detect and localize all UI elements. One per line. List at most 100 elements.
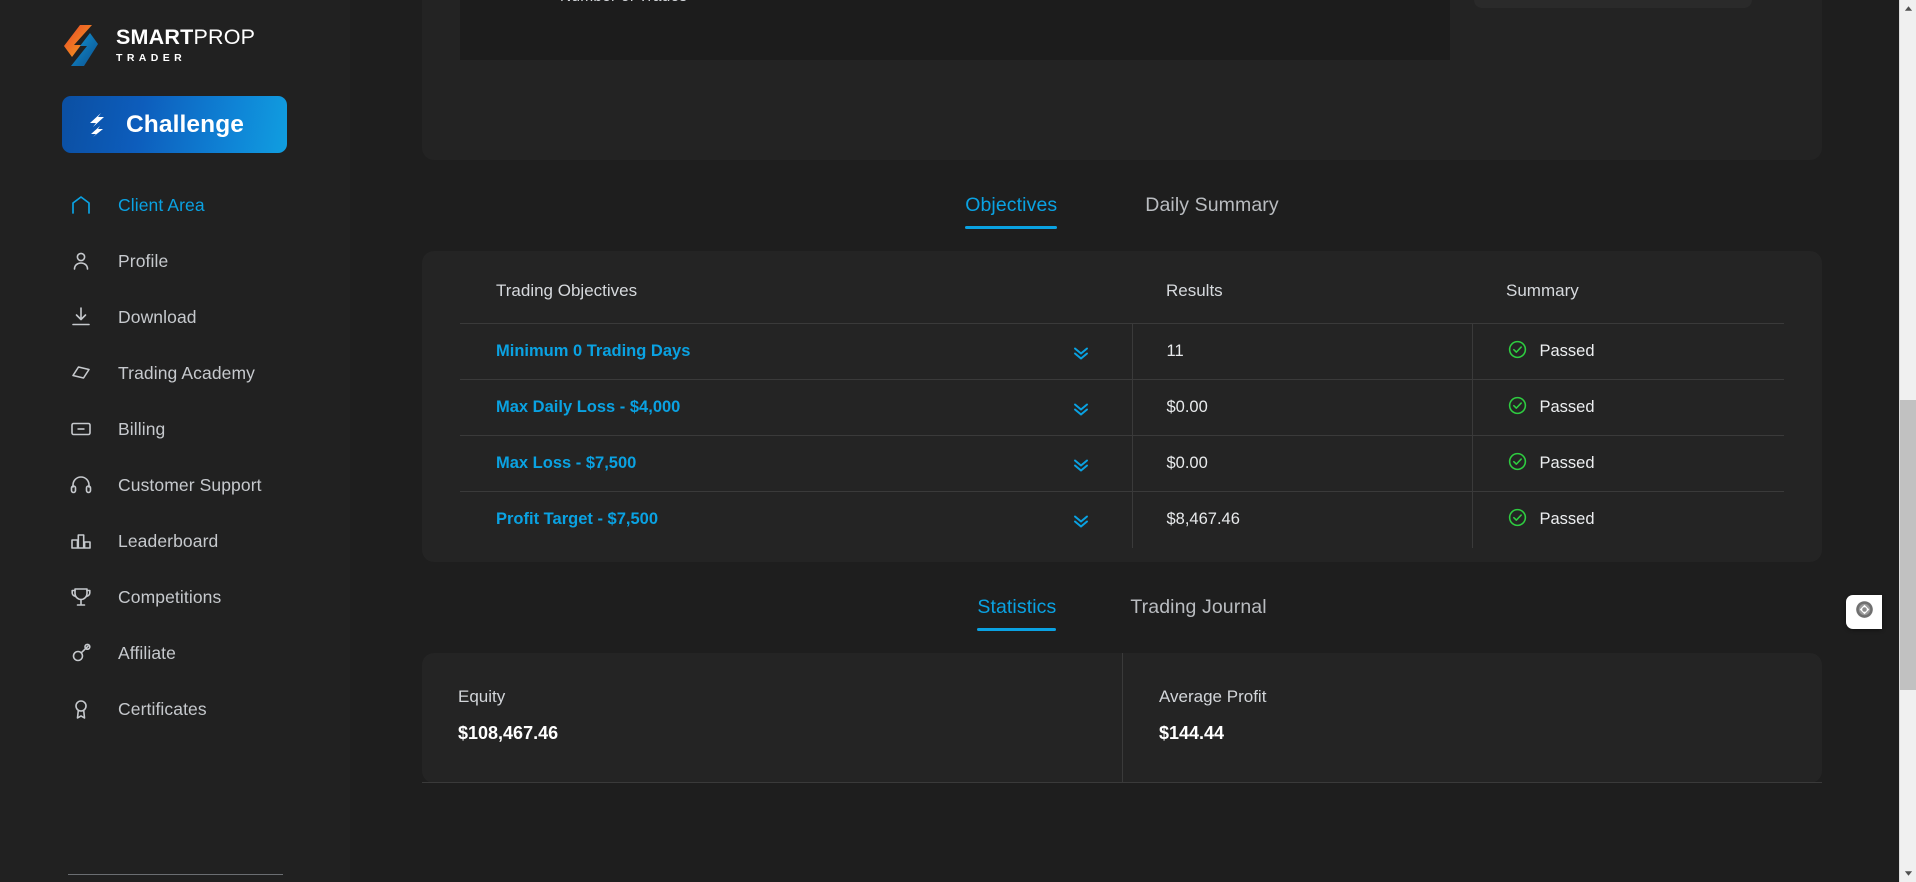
tab-objectives[interactable]: Objectives	[965, 194, 1058, 229]
sidebar-item-label: Trading Academy	[118, 362, 256, 383]
double-chevron-down-icon[interactable]	[1070, 509, 1092, 531]
objective-name[interactable]: Profit Target - $7,500	[496, 510, 658, 529]
check-circle-icon	[1507, 507, 1528, 533]
table-row[interactable]: Minimum 0 Trading Days 11 Passed	[460, 323, 1784, 380]
double-chevron-down-icon[interactable]	[1070, 341, 1092, 363]
tab-label: Daily Summary	[1145, 194, 1279, 216]
medal-icon	[68, 696, 94, 722]
status-badge: Passed	[1539, 342, 1595, 360]
status-badge: Passed	[1539, 454, 1595, 472]
objective-name[interactable]: Max Daily Loss - $4,000	[496, 398, 680, 417]
vertical-scrollbar[interactable]	[1899, 0, 1916, 882]
sidebar-item-client-area[interactable]: Client Area	[0, 177, 350, 233]
objective-name[interactable]: Minimum 0 Trading Days	[496, 342, 690, 361]
sidebar-item-label: Download	[118, 306, 197, 327]
sidebar-nav: Client Area Profile Download Trading Aca…	[0, 177, 350, 737]
chart-side-stat: $1,016.50	[1474, 0, 1752, 8]
brand-logo[interactable]: SMART PROP TRADER	[0, 0, 350, 70]
tab-trading-journal[interactable]: Trading Journal	[1130, 596, 1266, 631]
sidebar-item-label: Competitions	[118, 586, 222, 607]
stat-label: Equity	[458, 686, 506, 706]
challenge-button[interactable]: Challenge	[62, 96, 287, 153]
chat-widget-button[interactable]	[1846, 595, 1882, 629]
triangle-down-icon[interactable]	[1900, 865, 1916, 882]
tab-label: Objectives	[965, 194, 1058, 216]
sidebar-item-label: Leaderboard	[118, 530, 219, 551]
check-circle-icon	[1507, 451, 1528, 477]
sidebar: SMART PROP TRADER Challenge Client Area …	[0, 0, 350, 882]
stat-value: $144.44	[1159, 722, 1225, 743]
objectives-table: Trading Objectives Results Summary Minim…	[460, 277, 1784, 548]
sidebar-item-trading-academy[interactable]: Trading Academy	[0, 345, 350, 401]
status-badge: Passed	[1539, 510, 1595, 529]
sidebar-item-customer-support[interactable]: Customer Support	[0, 457, 350, 513]
bar-chart-icon	[68, 528, 94, 554]
chart-legend-label: Number of Trades	[560, 0, 687, 6]
table-header-row: Trading Objectives Results Summary	[460, 277, 1784, 324]
headset-icon	[68, 472, 94, 498]
triangle-up-icon[interactable]	[1900, 0, 1916, 17]
objective-result: $0.00	[1132, 379, 1473, 436]
download-icon	[68, 304, 94, 330]
scrollbar-thumb[interactable]	[1900, 400, 1916, 690]
sidebar-item-label: Profile	[118, 250, 169, 271]
tab-daily-summary[interactable]: Daily Summary	[1145, 194, 1279, 229]
statistics-tabbar: Statistics Trading Journal	[422, 596, 1822, 631]
sidebar-item-certificates[interactable]: Certificates	[0, 681, 350, 737]
main-content: Bal	[350, 0, 1916, 882]
sidebar-item-leaderboard[interactable]: Leaderboard	[0, 513, 350, 569]
user-icon	[68, 248, 94, 274]
brand-name-light: PROP	[193, 25, 256, 50]
balance-chart[interactable]: Bal	[460, 0, 1450, 60]
table-row[interactable]: Profit Target - $7,500 $8,467.46 Passed	[460, 491, 1784, 548]
challenge-button-label: Challenge	[126, 110, 244, 138]
column-header-summary: Summary	[1506, 281, 1579, 300]
double-chevron-down-icon[interactable]	[1070, 397, 1092, 419]
stat-label: Average Profit	[1159, 686, 1267, 706]
sidebar-divider	[68, 874, 283, 875]
key-icon	[68, 640, 94, 666]
sidebar-item-label: Certificates	[118, 698, 207, 719]
tab-statistics[interactable]: Statistics	[977, 596, 1057, 631]
sidebar-item-download[interactable]: Download	[0, 289, 350, 345]
brand-wordmark: SMART PROP TRADER	[116, 27, 255, 65]
sidebar-item-affiliate[interactable]: Affiliate	[0, 625, 350, 681]
trophy-icon	[68, 584, 94, 610]
table-row[interactable]: Max Daily Loss - $4,000 $0.00 Passed	[460, 379, 1784, 436]
stat-cell-average-profit: Average Profit $144.44	[1122, 652, 1822, 783]
sidebar-item-label: Customer Support	[118, 474, 262, 495]
objective-result: 11	[1132, 323, 1473, 380]
objective-name[interactable]: Max Loss - $7,500	[496, 454, 636, 473]
home-icon	[68, 192, 94, 218]
app-root: SMART PROP TRADER Challenge Client Area …	[0, 0, 1916, 882]
chat-widget-icon	[1854, 599, 1875, 625]
sidebar-item-label: Affiliate	[118, 642, 176, 663]
lightning-bolt-icon	[82, 110, 112, 140]
objectives-card: Trading Objectives Results Summary Minim…	[422, 251, 1822, 562]
objective-result: $0.00	[1132, 435, 1473, 492]
double-chevron-down-icon[interactable]	[1070, 453, 1092, 475]
balance-chart-card: Bal	[422, 0, 1822, 160]
brand-name-bold: SMART	[116, 25, 194, 50]
sidebar-item-label: Client Area	[118, 194, 205, 215]
diamond-icon	[68, 360, 94, 386]
brand-subtitle: TRADER	[116, 51, 187, 64]
card-icon	[68, 416, 94, 442]
tab-label: Trading Journal	[1130, 595, 1267, 618]
statistics-card: Equity $108,467.46 Average Profit $144.4…	[422, 652, 1822, 783]
sidebar-item-competitions[interactable]: Competitions	[0, 569, 350, 625]
check-circle-icon	[1507, 395, 1528, 421]
objectives-table-head: Trading Objectives Results Summary	[460, 277, 1784, 324]
column-header-trading-objectives: Trading Objectives	[496, 281, 638, 300]
objectives-tabbar: Objectives Daily Summary	[422, 194, 1822, 229]
objective-result: $8,467.46	[1132, 491, 1473, 548]
stat-value: $108,467.46	[458, 722, 559, 743]
stat-cell-equity: Equity $108,467.46	[422, 653, 1122, 783]
objectives-table-body: Minimum 0 Trading Days 11 Passed Max Dai…	[460, 323, 1784, 548]
sidebar-item-billing[interactable]: Billing	[0, 401, 350, 457]
check-circle-icon	[1507, 339, 1528, 365]
sidebar-item-label: Billing	[118, 418, 166, 439]
table-row[interactable]: Max Loss - $7,500 $0.00 Passed	[460, 435, 1784, 492]
smartprop-logo-icon	[62, 24, 104, 68]
sidebar-item-profile[interactable]: Profile	[0, 233, 350, 289]
